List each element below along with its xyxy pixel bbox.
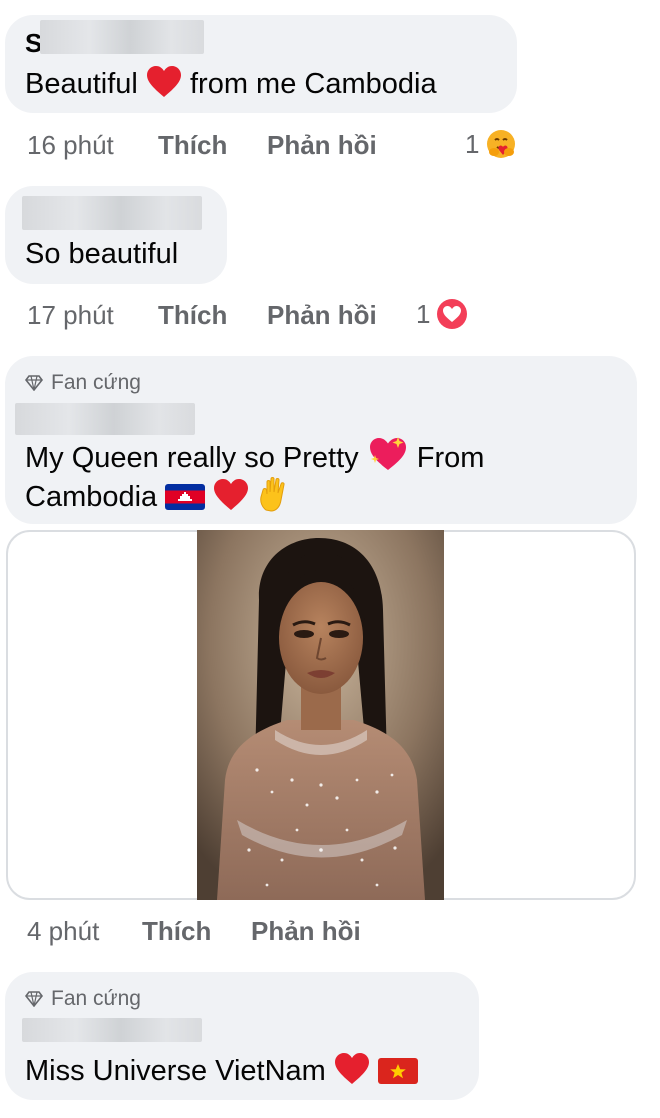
diamond-icon xyxy=(25,991,43,1007)
sparkling-heart-icon xyxy=(369,437,406,470)
portrait-image xyxy=(197,530,444,900)
like-button[interactable]: Thích xyxy=(158,300,227,331)
reply-button[interactable]: Phản hồi xyxy=(267,300,377,331)
raised-hand-icon xyxy=(260,477,285,512)
cambodia-flag-icon xyxy=(165,484,206,510)
reaction-number: 1 xyxy=(465,128,480,159)
comment-text-part: Cambodia xyxy=(25,481,158,513)
blurred-commenter-name xyxy=(22,1018,202,1042)
red-heart-icon xyxy=(146,66,181,97)
vietnam-flag-icon xyxy=(377,1058,418,1084)
diamond-icon xyxy=(25,375,43,391)
portrait-photo[interactable] xyxy=(197,530,444,900)
comment-text: Miss Universe VietNam xyxy=(25,1051,418,1091)
reaction-count[interactable]: 1 xyxy=(465,128,517,160)
red-heart-icon xyxy=(214,479,249,510)
badge-label: Fan cứng xyxy=(51,371,141,394)
comment-text-line: My Queen really so Pretty From xyxy=(25,435,484,478)
like-button[interactable]: Thích xyxy=(158,130,227,161)
reply-button[interactable]: Phản hồi xyxy=(251,916,361,947)
comment-text-line: Cambodia xyxy=(25,476,291,517)
reaction-count[interactable]: 1 xyxy=(416,298,468,330)
comment-text-part: From xyxy=(416,442,485,474)
reaction-number: 1 xyxy=(416,298,431,329)
red-heart-icon xyxy=(334,1053,369,1084)
comment-time: 17 phút xyxy=(27,300,114,330)
love-reaction-icon xyxy=(437,299,468,329)
comment-text-part: from me Cambodia xyxy=(189,68,437,100)
blurred-commenter-name xyxy=(40,20,204,54)
like-button[interactable]: Thích xyxy=(142,916,211,947)
comment-text: So beautiful xyxy=(25,238,179,270)
blurred-commenter-name xyxy=(15,403,195,435)
reply-button[interactable]: Phản hồi xyxy=(267,130,377,161)
top-fan-badge: Fan cứng xyxy=(25,987,141,1011)
comment-text-part: Miss Universe VietNam xyxy=(25,1055,326,1087)
top-fan-badge: Fan cứng xyxy=(25,371,141,395)
comment-time: 16 phút xyxy=(27,130,114,160)
comment-text-part: My Queen really so Pretty xyxy=(25,442,359,474)
comment-time: 4 phút xyxy=(27,916,100,946)
blurred-commenter-name xyxy=(22,196,202,230)
hug-emoji-icon xyxy=(487,130,516,158)
comment-text: Beautiful from me Cambodia xyxy=(25,64,437,104)
badge-label: Fan cứng xyxy=(51,987,141,1010)
comment-text-part: Beautiful xyxy=(25,68,138,100)
